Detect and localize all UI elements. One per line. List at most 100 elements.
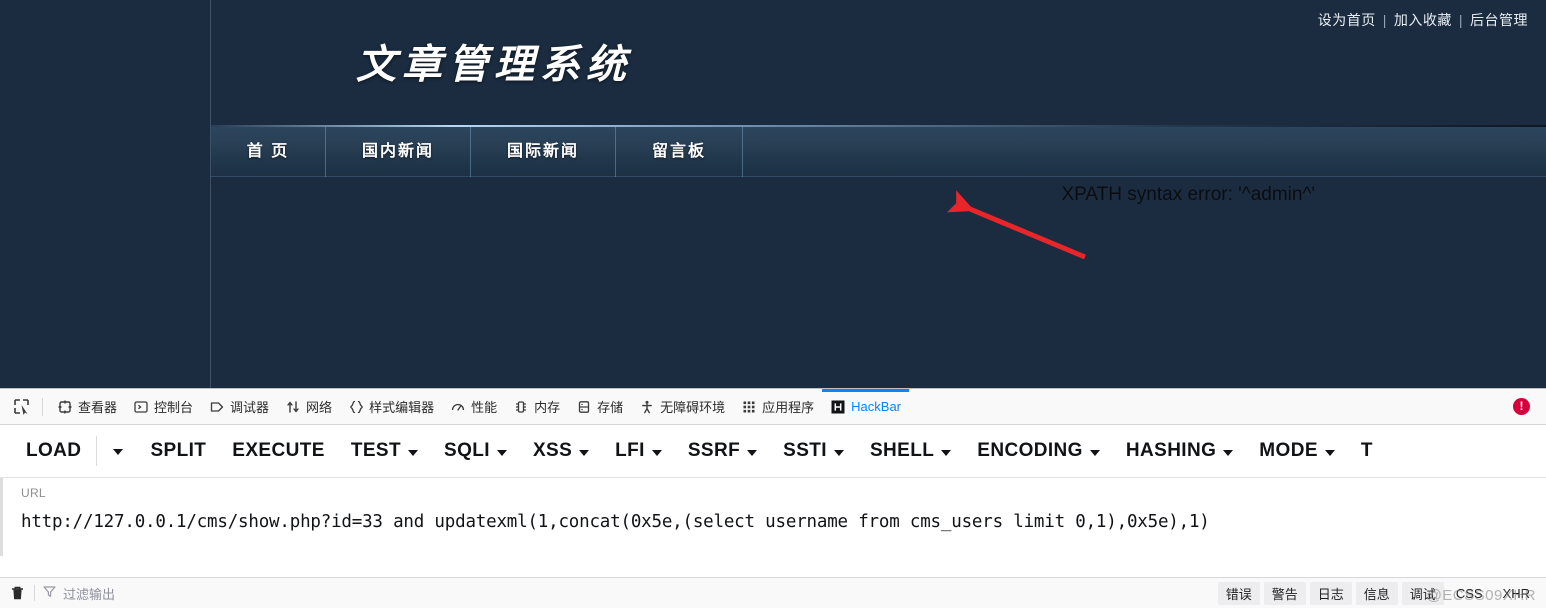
hackbar-menu-label: TEST xyxy=(350,440,401,461)
hackbar-menu-label: SSRF xyxy=(687,440,741,461)
devtools-tab-inspector[interactable]: 查看器 xyxy=(49,389,125,425)
hackbar-menu-mode[interactable]: MODE xyxy=(1246,440,1348,462)
chevron-down-icon xyxy=(833,449,844,456)
console-filter-warnings[interactable]: 警告 xyxy=(1263,582,1306,605)
hackbar-load-dropdown-toggle[interactable] xyxy=(99,442,137,460)
application-icon xyxy=(741,399,757,415)
chevron-down-icon xyxy=(747,449,758,456)
devtools-tab-accessibility[interactable]: 无障碍环境 xyxy=(631,389,733,425)
devtools-tab-label: 应用程序 xyxy=(762,400,815,415)
hackbar-menu-label: XSS xyxy=(532,440,573,461)
devtools-tabbar: 查看器 控制台 调试器 网络 样式编辑器 性能 内存 存储 无障碍环境 应用程序… xyxy=(0,389,1546,425)
trash-icon[interactable] xyxy=(0,585,34,601)
inspector-icon xyxy=(57,399,73,415)
devtools-tab-label: 网络 xyxy=(306,400,333,415)
nav-item-message-board[interactable]: 留言板 xyxy=(616,127,743,177)
network-icon xyxy=(285,399,301,415)
devtools-tab-label: 控制台 xyxy=(154,400,194,415)
console-filter-xhr[interactable]: XHR xyxy=(1495,584,1538,603)
hackbar-menu-encoding[interactable]: ENCODING xyxy=(964,440,1113,462)
hackbar-menu-sqli[interactable]: SQLI xyxy=(431,440,520,462)
hackbar-menu-xss[interactable]: XSS xyxy=(520,440,602,462)
hackbar-menu-label: SQLI xyxy=(444,440,490,461)
chevron-down-icon xyxy=(1089,449,1100,456)
hackbar-menu-test[interactable]: TEST xyxy=(338,440,431,462)
hackbar-url-input[interactable]: http://127.0.0.1/cms/show.php?id=33 and … xyxy=(21,512,1546,532)
hackbar-menu-label: MODE xyxy=(1259,440,1318,461)
console-toolbar-divider xyxy=(34,585,35,601)
nav-item-home[interactable]: 首 页 xyxy=(211,127,326,177)
devtools-panel: 查看器 控制台 调试器 网络 样式编辑器 性能 内存 存储 无障碍环境 应用程序… xyxy=(0,388,1546,608)
site-top-links: 设为首页 | 加入收藏 | 后台管理 xyxy=(1318,10,1528,30)
chevron-down-icon xyxy=(496,449,507,456)
devtools-tab-label: HackBar xyxy=(851,399,902,414)
hackbar-menu-split[interactable]: SPLIT xyxy=(137,440,219,462)
console-filter-buttons: 错误 警告 日志 信息 调试 CSS XHR xyxy=(1217,578,1538,609)
devtools-tab-storage[interactable]: 存储 xyxy=(568,389,631,425)
console-icon xyxy=(133,399,149,415)
devtools-tab-network[interactable]: 网络 xyxy=(277,389,340,425)
devtools-tab-label: 样式编辑器 xyxy=(369,400,435,415)
console-toolbar: 过滤输出 错误 警告 日志 信息 调试 CSS XHR @ECSS09XHR xyxy=(0,577,1546,608)
site-logo-title: 文章管理系统 xyxy=(356,41,632,88)
top-link-admin-panel[interactable]: 后台管理 xyxy=(1470,12,1528,28)
console-filter-css[interactable]: CSS xyxy=(1448,584,1491,603)
devtools-tab-console[interactable]: 控制台 xyxy=(125,389,201,425)
element-picker-icon[interactable] xyxy=(6,393,36,421)
devtools-tab-performance[interactable]: 性能 xyxy=(442,389,505,425)
storage-icon xyxy=(576,399,592,415)
devtools-tab-debugger[interactable]: 调试器 xyxy=(201,389,277,425)
chevron-down-icon xyxy=(941,449,952,456)
filter-icon xyxy=(43,585,56,601)
devtools-tab-label: 查看器 xyxy=(78,400,118,415)
hackbar-menu-hashing[interactable]: HASHING xyxy=(1113,440,1246,462)
chevron-down-icon xyxy=(579,449,590,456)
devtools-tab-application[interactable]: 应用程序 xyxy=(733,389,822,425)
devtools-tab-style-editor[interactable]: 样式编辑器 xyxy=(340,389,442,425)
console-filter-placeholder: 过滤输出 xyxy=(63,586,116,602)
hackbar-menu-ssti[interactable]: SSTI xyxy=(770,440,857,462)
accessibility-icon xyxy=(639,399,655,415)
chevron-down-icon xyxy=(408,449,418,456)
hackbar-menu-label: SHELL xyxy=(869,440,935,461)
hackbar-url-label: URL xyxy=(21,486,46,500)
hackbar-menu-shell[interactable]: SHELL xyxy=(857,440,964,462)
console-filter-input[interactable]: 过滤输出 xyxy=(43,584,115,603)
hackbar-menu-lfi[interactable]: LFI xyxy=(602,440,675,462)
top-links-separator-2: | xyxy=(1458,12,1463,28)
console-filter-errors[interactable]: 错误 xyxy=(1217,582,1260,605)
hackbar-menu-load[interactable]: LOAD xyxy=(0,440,94,462)
devtools-tab-memory[interactable]: 内存 xyxy=(505,389,568,425)
hackbar-menu-execute[interactable]: EXECUTE xyxy=(219,440,338,462)
devtools-tab-label: 性能 xyxy=(471,400,498,415)
performance-icon xyxy=(450,399,466,415)
site-container: 设为首页 | 加入收藏 | 后台管理 文章管理系统 首 页 国内新闻 国际新闻 留言板 … xyxy=(210,0,1546,388)
devtools-tab-label: 内存 xyxy=(534,400,561,415)
hackbar-menu-label: ENCODING xyxy=(977,440,1083,461)
nav-item-domestic-news[interactable]: 国内新闻 xyxy=(326,127,471,177)
memory-icon xyxy=(513,399,529,415)
hackbar-menu-label: LFI xyxy=(615,440,645,461)
top-link-set-homepage[interactable]: 设为首页 xyxy=(1318,12,1376,28)
tabbar-divider xyxy=(42,397,43,416)
top-link-add-favorite[interactable]: 加入收藏 xyxy=(1394,12,1452,28)
hackbar-menu-label: HASHING xyxy=(1125,440,1217,461)
devtools-tab-hackbar[interactable]: HackBar xyxy=(822,389,909,425)
style-editor-icon xyxy=(348,399,364,415)
devtools-tab-label: 调试器 xyxy=(230,400,270,415)
hackbar-menu-ssrf[interactable]: SSRF xyxy=(675,440,770,462)
hackbar-menu-label: SSTI xyxy=(783,440,827,461)
browser-page-viewport: 设为首页 | 加入收藏 | 后台管理 文章管理系统 首 页 国内新闻 国际新闻 留言板 … xyxy=(0,0,1546,388)
hackbar-url-panel: URL http://127.0.0.1/cms/show.php?id=33 … xyxy=(0,478,1546,556)
console-filter-logs[interactable]: 日志 xyxy=(1309,582,1352,605)
hackbar-menu-label: T xyxy=(1360,440,1373,461)
hackbar-menu-label: SPLIT xyxy=(150,440,207,461)
nav-item-international-news[interactable]: 国际新闻 xyxy=(471,127,616,177)
site-navbar: 首 页 国内新闻 国际新闻 留言板 xyxy=(211,127,1546,177)
error-count-badge[interactable]: ! xyxy=(1513,398,1530,415)
hackbar-menubar: LOAD SPLIT EXECUTE TEST SQLI XSS LFI SSR… xyxy=(0,425,1546,478)
debugger-icon xyxy=(209,399,225,415)
console-filter-info[interactable]: 信息 xyxy=(1355,582,1398,605)
hackbar-menu-tools[interactable]: T xyxy=(1348,440,1386,462)
console-filter-debug[interactable]: 调试 xyxy=(1401,582,1444,605)
